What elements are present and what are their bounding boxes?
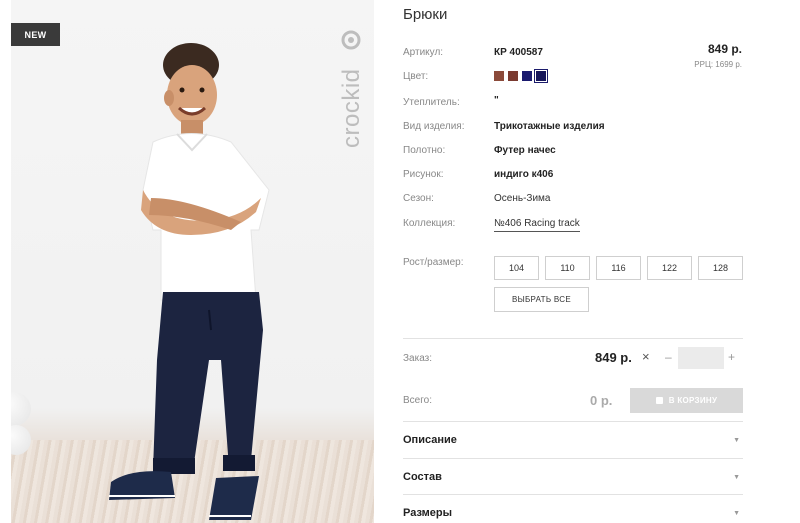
fabric-label: Полотно: <box>403 145 446 156</box>
select-all-sizes-button[interactable]: ВЫБРАТЬ ВСЕ <box>494 287 589 312</box>
type-value: Трикотажные изделия <box>494 121 605 132</box>
size-option-button[interactable]: 104 <box>494 256 539 280</box>
product-title: Брюки <box>403 6 448 23</box>
size-options: 104 110 116 122 128 <box>494 256 743 280</box>
total-label: Всего: <box>403 395 432 406</box>
accordion-label: Размеры <box>403 507 453 519</box>
season-label: Сезон: <box>403 193 434 204</box>
size-option-button[interactable]: 122 <box>647 256 692 280</box>
collection-link[interactable]: №406 Racing track <box>494 218 580 232</box>
season-value: Осень-Зима <box>494 193 551 204</box>
remove-order-button[interactable]: × <box>642 349 650 364</box>
caret-down-icon: ▼ <box>733 473 740 481</box>
model-child-figure <box>109 43 270 520</box>
add-to-cart-label: В КОРЗИНУ <box>668 396 718 405</box>
accordion-description[interactable]: Описание ▼ <box>403 422 743 458</box>
collection-link-wrap: №406 Racing track <box>494 218 580 232</box>
product-price: 849 р. <box>707 42 742 56</box>
rrp-price: РРЦ: 1699 р. <box>694 60 742 69</box>
cart-icon <box>655 397 663 404</box>
size-option-button[interactable]: 128 <box>698 256 743 280</box>
insulation-value: " <box>494 95 499 106</box>
color-swatch[interactable] <box>534 69 548 83</box>
color-label: Цвет: <box>403 71 429 82</box>
accordion-label: Состав <box>403 471 442 483</box>
accordion-label: Описание <box>403 434 457 446</box>
order-label: Заказ: <box>403 353 433 364</box>
total-value: 0 р. <box>590 393 613 408</box>
caret-down-icon: ▼ <box>733 436 740 444</box>
quantity-increase-button[interactable]: + <box>728 350 735 364</box>
print-label: Рисунок: <box>403 169 444 180</box>
add-to-cart-button[interactable]: В КОРЗИНУ <box>630 388 743 413</box>
new-badge: NEW <box>11 23 60 46</box>
divider <box>403 338 743 339</box>
caret-down-icon: ▼ <box>733 509 740 517</box>
insulation-label: Утеплитель: <box>403 97 460 108</box>
article-label: Артикул: <box>403 47 444 58</box>
svg-text:crockid: crockid <box>338 68 365 148</box>
quantity-decrease-button[interactable]: – <box>665 350 672 364</box>
photo-balloon <box>11 392 31 426</box>
accordion-composition[interactable]: Состав ▼ <box>403 459 743 495</box>
product-info-panel: Брюки Артикул: КР 400587 849 р. РРЦ: 169… <box>403 0 746 523</box>
order-price: 849 р. <box>595 350 632 365</box>
size-option-button[interactable]: 110 <box>545 256 590 280</box>
collection-label: Коллекция: <box>403 218 456 229</box>
crockid-logo: crockid <box>338 30 365 148</box>
quantity-input[interactable] <box>678 347 724 369</box>
color-swatches <box>494 69 548 83</box>
fabric-value: Футер начес <box>494 145 556 156</box>
type-label: Вид изделия: <box>403 121 465 132</box>
print-value: индиго к406 <box>494 169 554 180</box>
size-option-button[interactable]: 116 <box>596 256 641 280</box>
color-swatch[interactable] <box>522 71 532 81</box>
color-swatch[interactable] <box>508 71 518 81</box>
size-label: Рост/размер: <box>403 257 464 268</box>
color-swatch[interactable] <box>494 71 504 81</box>
product-photo[interactable]: crockid NEW <box>11 0 374 523</box>
accordion-sizes[interactable]: Размеры ▼ <box>403 495 743 523</box>
article-value: КР 400587 <box>494 47 543 58</box>
